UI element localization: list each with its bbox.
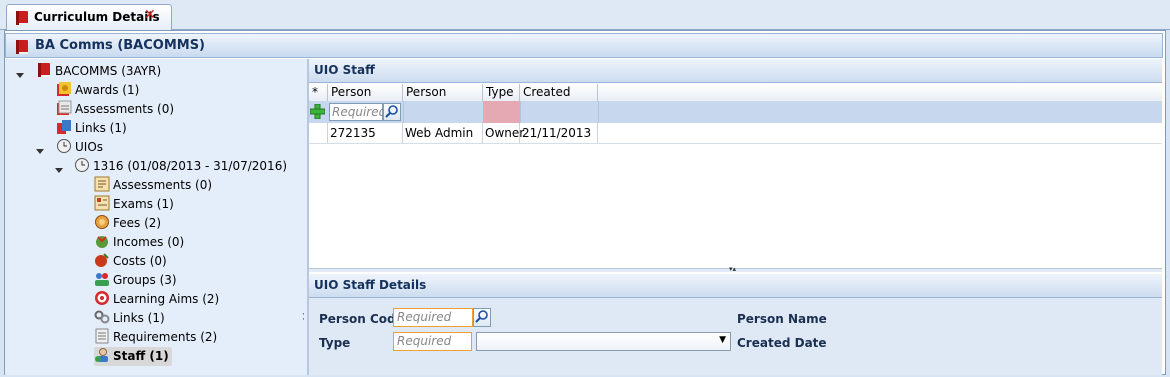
tree-item-costs[interactable]: Costs (0)	[94, 252, 167, 271]
uio-staff-details-title: UIO Staff Details	[314, 278, 427, 292]
column-header-person-name[interactable]: Person Name	[403, 84, 483, 116]
column-header-indicator: *	[309, 84, 328, 101]
tab-label: Curriculum Details	[34, 10, 160, 24]
new-row-lookup-button[interactable]	[383, 103, 401, 121]
tree-item-groups[interactable]: Groups (3)	[94, 271, 177, 290]
new-row-type-cell[interactable]	[483, 101, 520, 123]
link-icon	[94, 309, 110, 325]
staff-grid-header: * Person Code Person Name Type Created D…	[309, 84, 1162, 116]
close-icon[interactable]: ✕	[144, 7, 156, 23]
tree-item-label: Costs (0)	[113, 254, 167, 268]
cell-created-date[interactable]: 21/11/2013	[520, 123, 598, 143]
tree-item-uio[interactable]: 1316 (01/08/2013 - 31/07/2016)	[74, 157, 287, 176]
new-row-person-code-input[interactable]: Required	[329, 103, 386, 121]
tree-item-label: Staff (1)	[113, 349, 169, 363]
tree-item-label: Requirements (2)	[113, 330, 218, 344]
tree-item-label: 1316 (01/08/2013 - 31/07/2016)	[93, 159, 288, 173]
award-icon	[56, 81, 72, 97]
column-header-type[interactable]: Type	[483, 84, 520, 101]
search-icon	[475, 310, 488, 323]
requirements-icon	[94, 328, 110, 344]
type-label: Type	[319, 336, 351, 350]
splitter-grip-icon[interactable]: ▾▴	[729, 265, 736, 273]
income-icon	[94, 233, 110, 249]
book-icon	[36, 62, 52, 78]
splitter-grip-icon[interactable]: · ·	[302, 311, 305, 325]
tree-item-uios[interactable]: UIOs	[56, 138, 103, 157]
tree-item-label: Links (1)	[113, 311, 165, 325]
cell-type[interactable]: Owner	[483, 123, 524, 143]
tree-item-staff[interactable]: Staff (1)	[94, 347, 172, 366]
column-header-created-date[interactable]: Created Date	[520, 84, 598, 116]
book-icon	[14, 39, 30, 58]
book-icon	[14, 10, 30, 29]
links-icon	[56, 119, 72, 135]
record-title: BA Comms (BACOMMS)	[35, 38, 206, 53]
target-icon	[94, 290, 110, 306]
expand-arrow-icon[interactable]	[16, 73, 24, 78]
tree-item-label: Groups (3)	[113, 273, 177, 287]
add-row-icon[interactable]	[309, 103, 326, 122]
assessment-icon	[56, 100, 72, 116]
tree-item-requirements[interactable]: Requirements (2)	[94, 328, 217, 347]
staff-icon	[94, 347, 110, 363]
tree-item-incomes[interactable]: Incomes (0)	[94, 233, 184, 252]
curriculum-tree: BACOMMS (3AYR) Awards (1) Assessments (0…	[5, 59, 307, 375]
search-icon	[385, 105, 398, 118]
person-code-lookup-button[interactable]	[473, 308, 491, 327]
tree-item-uio-assessments[interactable]: Assessments (0)	[94, 176, 212, 195]
tree-item-label: UIOs	[75, 140, 104, 154]
tab-bar: Curriculum Details ✕	[0, 0, 1170, 30]
type-dropdown[interactable]: ▼	[476, 332, 731, 351]
table-row[interactable]: 272135 Web Admin Owner 21/11/2013	[309, 123, 1162, 144]
tree-item-assessments[interactable]: Assessments (0)	[56, 100, 174, 119]
tree-item-root[interactable]: BACOMMS (3AYR)	[36, 62, 161, 81]
uio-staff-header: UIO Staff	[309, 59, 1162, 83]
clock-icon	[56, 138, 72, 154]
fees-icon	[94, 214, 110, 230]
record-header: BA Comms (BACOMMS)	[5, 33, 1163, 58]
tree-item-fees[interactable]: Fees (2)	[94, 214, 161, 233]
uio-staff-title: UIO Staff	[314, 63, 375, 77]
chevron-down-icon: ▼	[719, 335, 726, 345]
tree-item-links[interactable]: Links (1)	[56, 119, 127, 138]
tree-item-label: Learning Aims (2)	[113, 292, 220, 306]
expand-arrow-icon[interactable]	[55, 168, 63, 173]
cell-person-code[interactable]: 272135	[328, 123, 403, 143]
tree-item-label: Links (1)	[75, 121, 127, 135]
created-date-label: Created Date	[737, 336, 827, 350]
person-code-label: Person Code	[319, 312, 404, 326]
groups-icon	[94, 271, 110, 287]
person-code-input[interactable]: Required	[393, 308, 473, 327]
tree-item-awards[interactable]: Awards (1)	[56, 81, 139, 100]
column-header-person-code[interactable]: Person Code	[328, 84, 403, 116]
uio-staff-panel: UIO Staff * Person Code Person Name Type…	[309, 59, 1162, 375]
new-row[interactable]: Required	[309, 101, 1162, 123]
cell-person-name[interactable]: Web Admin	[403, 123, 483, 143]
tree-item-label: Fees (2)	[113, 216, 162, 230]
tree-item-label: Incomes (0)	[113, 235, 185, 249]
tree-item-label: Assessments (0)	[113, 178, 213, 192]
cost-icon	[94, 252, 110, 268]
staff-details-form: Person Code Required Person Name Type Re…	[309, 298, 1162, 375]
tree-item-label: BACOMMS (3AYR)	[55, 64, 162, 78]
exam-icon	[94, 195, 110, 211]
assessment-icon	[94, 176, 110, 192]
type-code-input[interactable]: Required	[393, 332, 472, 351]
tree-item-exams[interactable]: Exams (1)	[94, 195, 174, 214]
tree-item-learning-aims[interactable]: Learning Aims (2)	[94, 290, 219, 309]
expand-arrow-icon[interactable]	[36, 149, 44, 154]
person-name-label: Person Name	[737, 312, 827, 326]
uio-staff-details-header: UIO Staff Details	[309, 274, 1162, 298]
tab-curriculum-details[interactable]: Curriculum Details ✕	[6, 4, 172, 30]
clock-icon	[74, 157, 90, 173]
tree-item-label: Assessments (0)	[75, 102, 175, 116]
tree-item-label: Exams (1)	[113, 197, 174, 211]
tree-item-label: Awards (1)	[75, 83, 140, 97]
tree-item-uio-links[interactable]: Links (1)	[94, 309, 165, 328]
